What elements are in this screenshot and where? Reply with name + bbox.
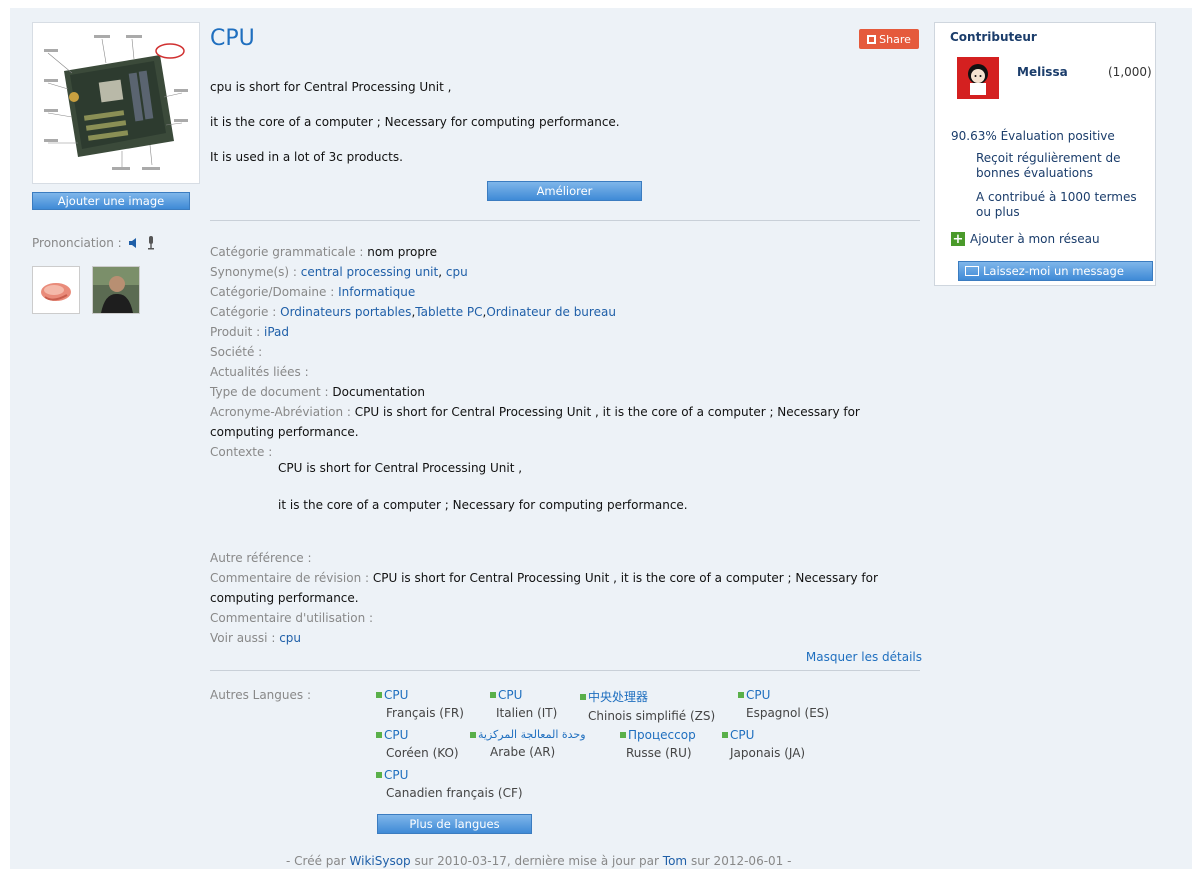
grammar-label: Catégorie grammaticale : <box>210 245 364 259</box>
language-word[interactable]: CPU <box>730 728 754 742</box>
language-name: Russe (RU) <box>626 746 692 760</box>
usage-label: Commentaire d'utilisation : <box>210 611 374 625</box>
contributor-thumb-2[interactable] <box>92 266 140 314</box>
creator-link[interactable]: WikiSysop <box>350 854 411 868</box>
language-item[interactable]: CPU Japonais (JA) <box>722 728 805 760</box>
language-item[interactable]: CPU Espagnol (ES) <box>738 688 829 720</box>
product-label: Produit : <box>210 325 261 339</box>
language-name: Arabe (AR) <box>490 745 556 759</box>
description-line: cpu is short for Central Processing Unit… <box>210 80 452 94</box>
language-item[interactable]: 中央处理器 Chinois simplifié (ZS) <box>580 688 715 723</box>
language-name: Canadien français (CF) <box>386 786 523 800</box>
language-word[interactable]: CPU <box>384 768 408 782</box>
contributor-points: (1,000) <box>1108 65 1152 79</box>
pronunciation-label: Prononciation : <box>32 236 122 250</box>
acronym-label: Acronyme-Abréviation : <box>210 405 351 419</box>
divider <box>210 670 920 671</box>
add-to-network-label[interactable]: Ajouter à mon réseau <box>970 232 1100 246</box>
message-button[interactable]: Laissez-moi un message <box>958 261 1153 281</box>
contributor-panel: Contributeur Melissa (1,000) 90.63% Éval… <box>934 22 1156 286</box>
language-item[interactable]: وحدة المعالجة المركزية Arabe (AR) <box>470 728 586 759</box>
language-name: Japonais (JA) <box>730 746 806 760</box>
category-label: Catégorie : <box>210 305 277 319</box>
category-link[interactable]: Tablette PC <box>415 305 482 319</box>
speaker-icon[interactable] <box>128 237 140 249</box>
language-item[interactable]: CPU Italien (IT) <box>490 688 557 720</box>
category-link[interactable]: Ordinateurs portables <box>280 305 411 319</box>
synonym-link[interactable]: central processing unit <box>301 265 438 279</box>
plus-icon: + <box>951 231 965 247</box>
footer-info: - Créé par WikiSysop sur 2010-03-17, der… <box>286 854 791 868</box>
revision-label: Commentaire de révision : <box>210 571 370 585</box>
term-properties-2: Autre référence : Commentaire de révisio… <box>210 548 922 648</box>
language-word[interactable]: CPU <box>746 688 770 702</box>
add-to-network[interactable]: + Ajouter à mon réseau <box>951 232 1100 246</box>
see-also-label: Voir aussi : <box>210 631 276 645</box>
more-languages-button[interactable]: Plus de langues <box>377 814 532 834</box>
term-image[interactable] <box>32 22 200 184</box>
language-word[interactable]: Процессор <box>628 728 696 742</box>
badge-good-ratings: Reçoit régulièrement de bonnes évaluatio… <box>976 151 1121 180</box>
see-also-link[interactable]: cpu <box>279 631 301 645</box>
badge-contributions: A contribué à 1000 termes ou plus <box>976 190 1137 219</box>
hide-details-link[interactable]: Masquer les détails <box>806 650 922 664</box>
language-item[interactable]: CPU Canadien français (CF) <box>376 768 523 800</box>
avatar[interactable] <box>957 57 999 99</box>
product-link[interactable]: iPad <box>264 325 289 339</box>
divider <box>210 220 920 221</box>
term-title: CPU <box>210 26 255 51</box>
footer-text: sur 2012-06-01 - <box>690 854 792 868</box>
context-line: it is the core of a computer ; Necessary… <box>278 498 688 512</box>
language-word[interactable]: CPU <box>384 688 408 702</box>
updater-link[interactable]: Tom <box>663 854 687 868</box>
share-label: Share <box>879 32 911 46</box>
contributor-name[interactable]: Melissa <box>1017 65 1068 79</box>
microphone-icon[interactable] <box>146 236 156 250</box>
contributor-title: Contributeur <box>950 30 1037 44</box>
term-properties: Catégorie grammaticale : nom propre Syno… <box>210 245 860 459</box>
envelope-icon <box>965 266 979 276</box>
description-line: It is used in a lot of 3c products. <box>210 150 403 164</box>
language-word[interactable]: 中央处理器 <box>588 688 648 705</box>
language-item[interactable]: Процессор Russe (RU) <box>620 728 696 760</box>
news-label: Actualités liées : <box>210 365 309 379</box>
context-label: Contexte : <box>210 445 273 459</box>
description-line: it is the core of a computer ; Necessary… <box>210 115 620 129</box>
message-label: Laissez-moi un message <box>983 264 1124 278</box>
language-name: Italien (IT) <box>496 706 558 720</box>
doctype-value: Documentation <box>332 385 425 399</box>
language-word[interactable]: وحدة المعالجة المركزية <box>478 728 586 741</box>
synonyms-label: Synonyme(s) : <box>210 265 297 279</box>
language-word[interactable]: CPU <box>384 728 408 742</box>
other-ref-label: Autre référence : <box>210 551 312 565</box>
synonym-link[interactable]: cpu <box>446 265 468 279</box>
language-name: Français (FR) <box>386 706 464 720</box>
add-image-button[interactable]: Ajouter une image <box>32 192 190 210</box>
footer-text: sur 2010-03-17, dernière mise à jour par <box>414 854 659 868</box>
grammar-value: nom propre <box>367 245 438 259</box>
improve-button[interactable]: Améliorer <box>487 181 642 201</box>
page: Ajouter une image Prononciation : CPU Sh… <box>10 8 1192 869</box>
other-languages-label: Autres Langues : <box>210 688 311 702</box>
context-line: CPU is short for Central Processing Unit… <box>278 461 523 475</box>
language-item[interactable]: CPU Français (FR) <box>376 688 464 720</box>
domain-label: Catégorie/Domaine : <box>210 285 335 299</box>
pronunciation: Prononciation : <box>32 236 156 250</box>
doctype-label: Type de document : <box>210 385 329 399</box>
language-name: Espagnol (ES) <box>746 706 830 720</box>
share-icon <box>867 34 877 44</box>
category-link[interactable]: Ordinateur de bureau <box>486 305 616 319</box>
company-label: Société : <box>210 345 263 359</box>
footer-text: - Créé par <box>286 854 346 868</box>
language-item[interactable]: CPU Coréen (KO) <box>376 728 459 760</box>
language-name: Coréen (KO) <box>386 746 459 760</box>
domain-link[interactable]: Informatique <box>338 285 415 299</box>
language-name: Chinois simplifié (ZS) <box>588 709 716 723</box>
positive-evaluation: 90.63% Évaluation positive <box>951 129 1115 143</box>
language-word[interactable]: CPU <box>498 688 522 702</box>
share-button[interactable]: Share <box>859 29 919 49</box>
contributor-thumb-1[interactable] <box>32 266 80 314</box>
